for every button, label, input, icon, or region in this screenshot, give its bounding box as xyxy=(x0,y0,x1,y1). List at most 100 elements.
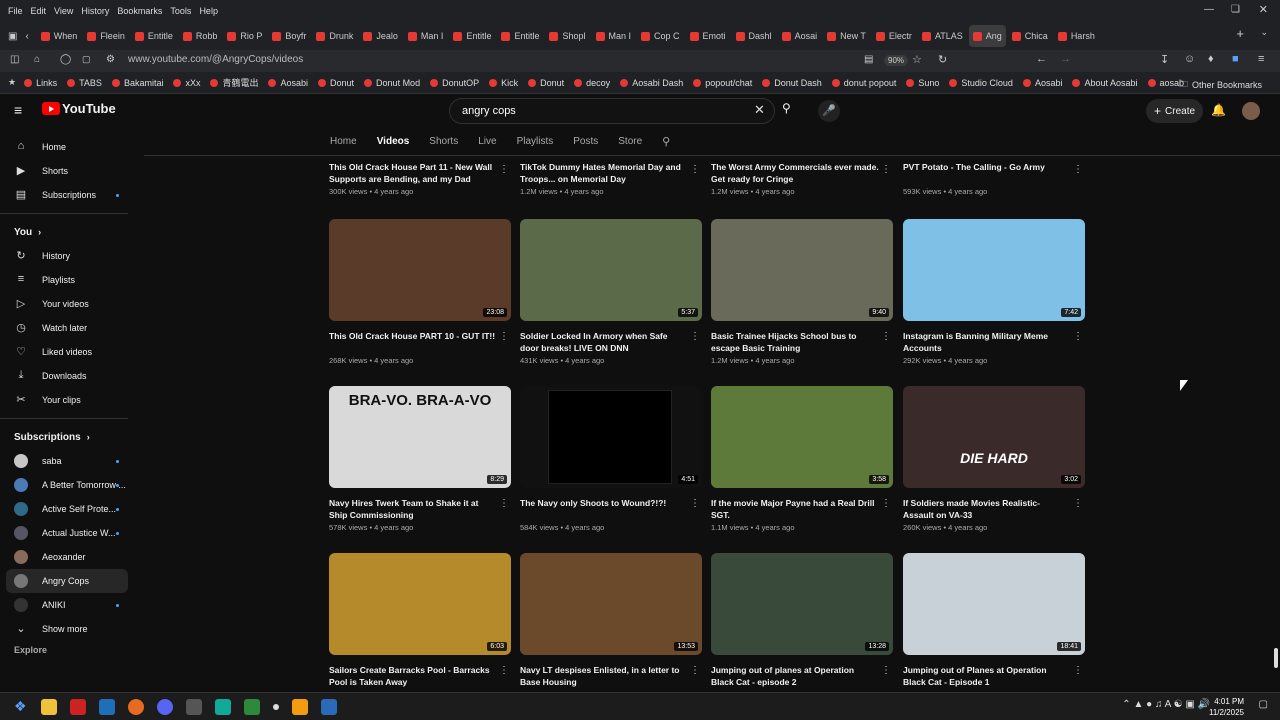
browser-tab[interactable]: When xyxy=(37,25,82,47)
video-title[interactable]: Soldier Locked In Armory when Safe door … xyxy=(520,330,688,354)
notification-center-icon[interactable]: ▢ xyxy=(1259,699,1268,710)
browser-tab[interactable]: Ang xyxy=(968,25,1006,47)
browser-tab[interactable]: New T xyxy=(823,25,870,47)
video-thumbnail[interactable]: 5:37 xyxy=(520,219,702,321)
scrollbar-thumb[interactable] xyxy=(1274,648,1278,668)
video-title[interactable]: This Old Crack House PART 10 - GUT IT!! xyxy=(329,330,497,354)
search-button-icon[interactable]: ⚲ xyxy=(782,101,791,115)
system-tray-icons[interactable]: ⌃ ▲ ● ♫ A ☯ ▣ 🔊 xyxy=(1122,699,1210,710)
lock-icon[interactable]: ▢ xyxy=(82,54,91,65)
bookmark-item[interactable]: Studio Cloud xyxy=(949,78,1013,88)
browser-tab[interactable]: Drunk xyxy=(312,25,357,47)
bookmark-item[interactable]: Donut Mod xyxy=(364,78,420,88)
sidebar-item-your-clips[interactable]: ✂ Your clips xyxy=(0,388,140,412)
reload-icon[interactable]: ↻ xyxy=(938,53,947,66)
extension-blue-icon[interactable]: ■ xyxy=(1232,53,1239,65)
video-title[interactable]: If the movie Major Payne had a Real Dril… xyxy=(711,497,879,521)
browser-tab[interactable]: Man I xyxy=(592,25,636,47)
bookmark-item[interactable]: 青鶴電出 xyxy=(210,76,258,89)
video-title[interactable]: Jumping out of planes at Operation Black… xyxy=(711,664,879,688)
close-window-icon[interactable]: ✕ xyxy=(1259,3,1268,16)
sidebar-subscription-item[interactable]: Aeoxander xyxy=(0,545,140,569)
browser-tab[interactable]: Shopl xyxy=(545,25,589,47)
other-bookmarks[interactable]: 🗀 Other Bookmarks xyxy=(1179,77,1262,93)
more-options-icon[interactable]: ⋮ xyxy=(690,164,700,175)
bookmark-item[interactable]: Donut Dash xyxy=(762,78,822,88)
sidebar-item-shorts[interactable]: ▶ Shorts xyxy=(0,159,140,183)
shield-icon[interactable]: ◯ xyxy=(60,54,71,65)
user-avatar[interactable] xyxy=(1242,102,1260,120)
account-icon[interactable]: ☺ xyxy=(1184,53,1195,65)
bookmark-item[interactable]: donut popout xyxy=(831,78,896,88)
windows-start-icon[interactable]: ❖ xyxy=(14,698,27,715)
firefox-icon[interactable] xyxy=(127,698,144,715)
video-thumbnail[interactable]: 7:42 xyxy=(903,219,1085,321)
video-card[interactable]: PVT Potato - The Calling - Go Army 593K v… xyxy=(903,152,1085,196)
steam-icon[interactable] xyxy=(98,698,115,715)
video-card[interactable]: 4:51 The Navy only Shoots to Wound?!?! 584… xyxy=(520,386,702,532)
channel-search-icon[interactable]: ⚲ xyxy=(662,135,670,148)
menu-bookmarks[interactable]: Bookmarks xyxy=(117,6,162,16)
sidebar-item-history[interactable]: ↻ History xyxy=(0,244,140,268)
browser-tab[interactable]: Cop C xyxy=(637,25,684,47)
taskbar-blue-app-icon[interactable] xyxy=(320,698,337,715)
file-explorer-icon[interactable] xyxy=(40,698,57,715)
tab-playlists[interactable]: Playlists xyxy=(517,136,554,147)
sidebar-subscription-item[interactable]: Active Self Prote... xyxy=(0,497,140,521)
video-title[interactable]: Basic Trainee Hijacks School bus to esca… xyxy=(711,330,879,354)
bookmark-item[interactable]: xXx xyxy=(173,78,200,88)
video-title[interactable]: TikTok Dummy Hates Memorial Day and Troo… xyxy=(520,161,688,185)
more-options-icon[interactable]: ⋮ xyxy=(1073,331,1083,342)
taskbar-app-icon[interactable] xyxy=(185,698,202,715)
browser-tab[interactable]: Harsh xyxy=(1054,25,1099,47)
reader-view-icon[interactable]: ▤ xyxy=(864,54,873,65)
browser-tab[interactable]: Jealo xyxy=(359,25,402,47)
video-title[interactable]: Navy Hires Twerk Team to Shake it at Shi… xyxy=(329,497,497,521)
video-title[interactable]: PVT Potato - The Calling - Go Army xyxy=(903,161,1071,185)
tab-videos[interactable]: Videos xyxy=(377,136,410,147)
bookmark-item[interactable]: Links xyxy=(24,78,57,88)
url-field[interactable]: www.youtube.com/@AngryCops/videos xyxy=(128,54,303,65)
video-title[interactable]: Navy LT despises Enlisted, in a letter t… xyxy=(520,664,688,688)
search-input[interactable]: angry cops xyxy=(449,98,775,124)
sidebar-subscription-item[interactable]: Angry Cops xyxy=(6,569,128,593)
sidebar-subscription-item[interactable]: ANIKI xyxy=(0,593,140,617)
tab-posts[interactable]: Posts xyxy=(573,136,598,147)
video-thumbnail[interactable]: 13:53 xyxy=(520,553,702,655)
notifications-bell-icon[interactable]: 🔔 xyxy=(1211,103,1226,117)
youtube-logo[interactable]: YouTube xyxy=(42,101,116,116)
create-button[interactable]: + Create xyxy=(1146,99,1204,123)
bookmark-item[interactable]: About Aosabi xyxy=(1072,78,1138,88)
taskbar-small-icon[interactable] xyxy=(272,703,279,710)
menu-view[interactable]: View xyxy=(54,6,73,16)
video-card[interactable]: 3:58 If the movie Major Payne had a Real … xyxy=(711,386,893,532)
tab-list-menu-icon[interactable]: ⌄ xyxy=(1260,27,1268,38)
video-thumbnail[interactable]: BRA-VO. BRA-A-VO 8:29 xyxy=(329,386,511,488)
video-thumbnail[interactable]: 23:08 xyxy=(329,219,511,321)
video-card[interactable]: 23:08 This Old Crack House PART 10 - GUT … xyxy=(329,219,511,365)
video-title[interactable]: Jumping out of Planes at Operation Black… xyxy=(903,664,1071,688)
extensions-icon[interactable]: ♦ xyxy=(1208,53,1214,65)
video-card[interactable]: BRA-VO. BRA-A-VO 8:29 Navy Hires Twerk Tea… xyxy=(329,386,511,532)
video-title[interactable]: Instagram is Banning Military Meme Accou… xyxy=(903,330,1071,354)
minimize-icon[interactable]: — xyxy=(1204,4,1214,15)
browser-tab[interactable]: Dashl xyxy=(732,25,776,47)
more-options-icon[interactable]: ⋮ xyxy=(881,164,891,175)
browser-tab[interactable]: Entitle xyxy=(497,25,543,47)
video-thumbnail[interactable]: DIE HARD 3:02 xyxy=(903,386,1085,488)
bookmark-item[interactable]: Aosabi xyxy=(1022,78,1062,88)
sidebar-item-subscriptions[interactable]: ▤ Subscriptions xyxy=(0,183,140,207)
video-card[interactable]: The Worst Army Commercials ever made. Ge… xyxy=(711,152,893,196)
more-options-icon[interactable]: ⋮ xyxy=(690,331,700,342)
vlc-icon[interactable] xyxy=(291,698,308,715)
browser-tab[interactable]: ATLAS xyxy=(918,25,967,47)
downloads-browser-icon[interactable]: ↧ xyxy=(1160,53,1169,66)
bookmarks-toolbar-icon[interactable]: ★ xyxy=(8,77,16,88)
sidebar-subscription-item[interactable]: Actual Justice W... xyxy=(0,521,140,545)
menu-tools[interactable]: Tools xyxy=(170,6,191,16)
more-options-icon[interactable]: ⋮ xyxy=(881,498,891,509)
video-card[interactable]: 5:37 Soldier Locked In Armory when Safe d… xyxy=(520,219,702,365)
video-thumbnail[interactable]: 13:28 xyxy=(711,553,893,655)
browser-menu-icon[interactable]: ≡ xyxy=(1258,53,1264,65)
video-card[interactable]: 9:40 Basic Trainee Hijacks School bus to … xyxy=(711,219,893,365)
